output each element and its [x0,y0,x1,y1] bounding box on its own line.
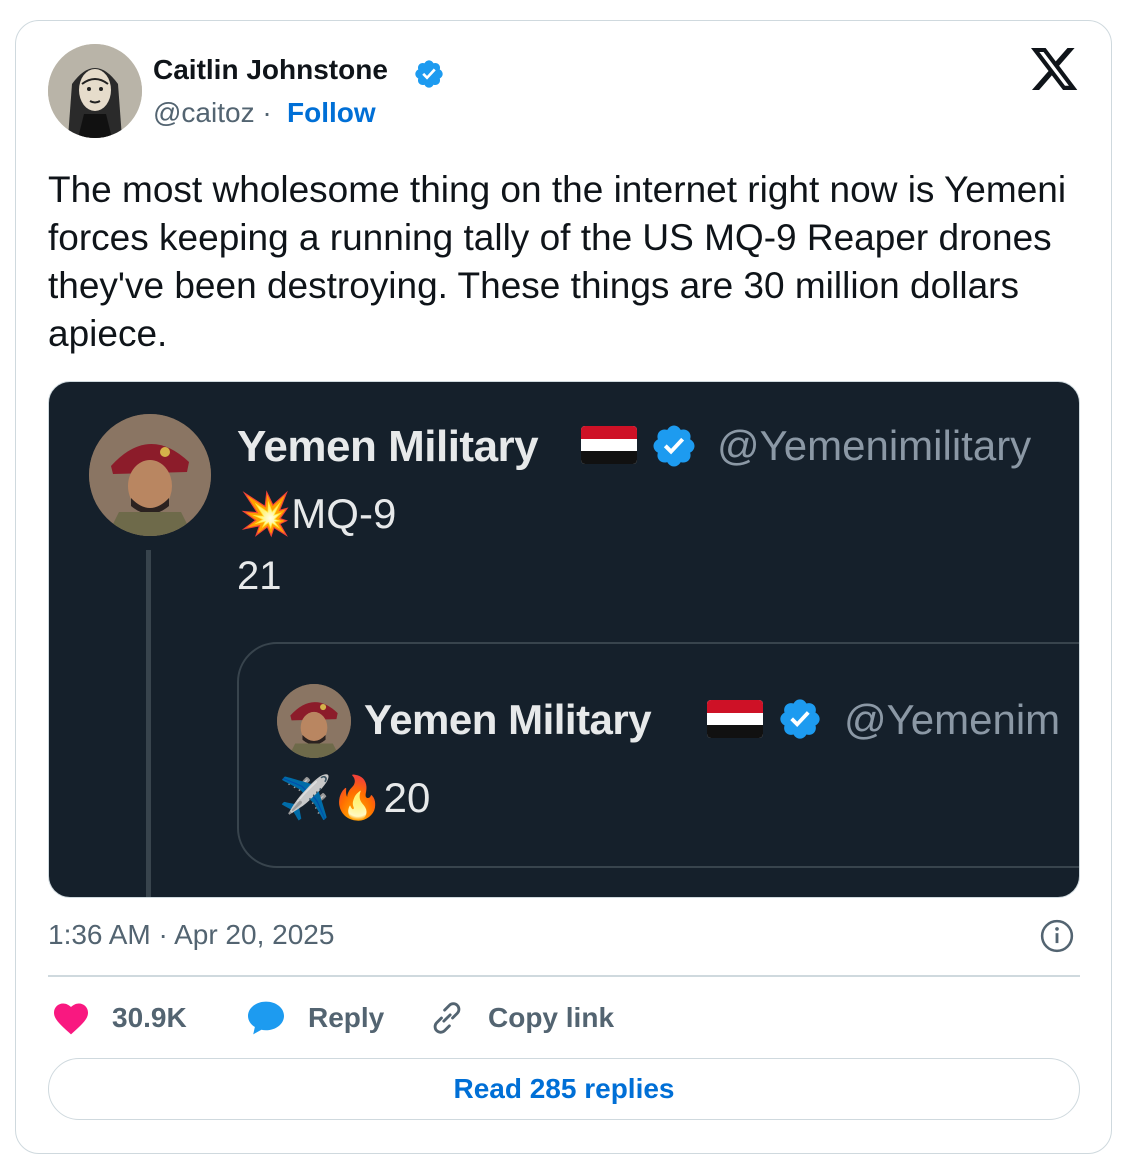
like-button[interactable]: 30.9K [52,996,187,1040]
reply-bubble-icon [248,1001,284,1035]
x-logo-icon[interactable] [1031,48,1079,92]
embedded-handle: @Yemenimilitary [717,422,1032,469]
fire-icon: 🔥 [331,774,384,821]
tweet-text: The most wholesome thing on the internet… [48,169,1067,354]
embedded-line-1: 💥MQ-9 [239,490,397,537]
yemen-flag-icon [707,700,763,738]
embedded-media[interactable]: Yemen Military @Yemenimilitary 💥MQ-9 21 … [48,381,1080,898]
verified-badge-icon [780,699,820,739]
reply-label: Reply [308,1002,385,1033]
thread-line [146,550,151,897]
timestamp[interactable]: 1:36 AM · Apr 20, 2025 [48,919,334,951]
quoted-name: Yemen Military [364,696,652,743]
verified-badge-icon [653,425,695,467]
embedded-avatar [89,414,211,536]
heart-icon [54,1003,88,1035]
quoted-avatar [277,684,351,758]
author-avatar[interactable] [48,44,142,138]
explosion-icon: 💥 [239,490,292,537]
embedded-line-2: 21 [237,554,282,598]
link-icon [433,1002,461,1034]
copy-link-button[interactable]: Copy link [428,996,614,1040]
embedded-name: Yemen Military [237,422,539,471]
like-count: 30.9K [112,1002,187,1033]
yemen-flag-icon [581,426,637,464]
reply-button[interactable]: Reply [246,996,384,1040]
verified-badge-icon [415,60,443,88]
quoted-post: Yemen Military @Yemenim ✈️🔥20 [237,642,1079,868]
quoted-text: ✈️🔥20 [279,774,431,821]
author-name[interactable]: Caitlin Johnstone [153,54,388,86]
quoted-handle: @Yemenim [844,696,1061,743]
read-replies-button[interactable]: Read 285 replies [48,1058,1080,1120]
divider [48,975,1080,977]
follow-link[interactable]: Follow [287,97,376,129]
copy-link-label: Copy link [488,1002,615,1033]
author-handle[interactable]: @caitoz · [153,97,272,129]
airplane-icon: ✈️ [279,774,332,821]
info-icon[interactable] [1040,919,1074,953]
